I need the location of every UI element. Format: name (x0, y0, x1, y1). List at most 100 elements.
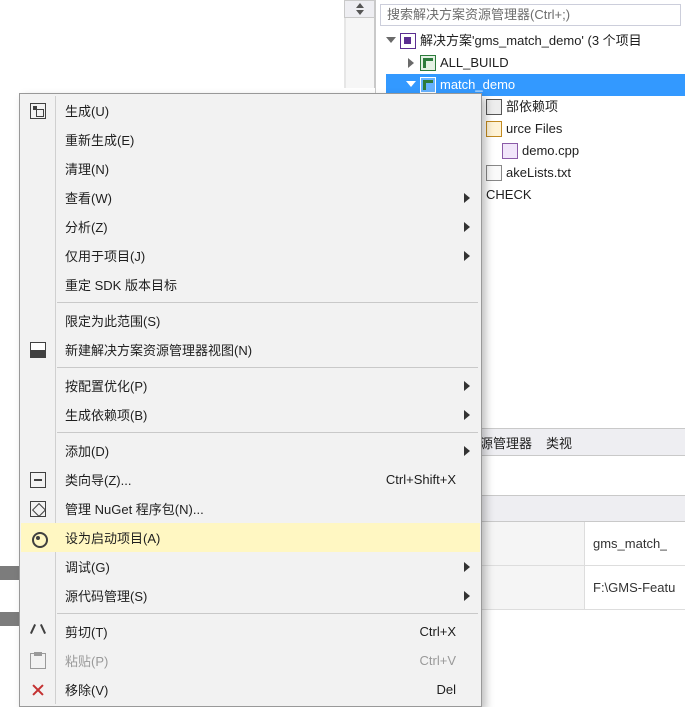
tree-label: ALL_BUILD (440, 52, 509, 74)
menu-item-gutter (21, 96, 55, 125)
menu-item-label: 调试(G) (55, 557, 456, 576)
menu-item-label: 设为启动项目(A) (55, 528, 456, 547)
menu-item-label: 剪切(T) (55, 622, 408, 641)
menu-item-scc[interactable]: 源代码管理(S) (21, 581, 480, 610)
tree-label: 部依赖项 (506, 96, 558, 118)
menu-item-gutter (21, 465, 55, 494)
tree-label: CHECK (486, 184, 532, 206)
menu-item-gutter (21, 494, 55, 523)
menu-item-add[interactable]: 添加(D) (21, 436, 480, 465)
menu-item-class-wizard[interactable]: 类向导(Z)...Ctrl+Shift+X (21, 465, 480, 494)
menu-item-shortcut: Ctrl+X (408, 624, 456, 639)
menu-item-build[interactable]: 生成(U) (21, 96, 480, 125)
menu-item-gutter (21, 552, 55, 581)
menu-item-new-view[interactable]: 新建解决方案资源管理器视图(N) (21, 335, 480, 364)
menu-item-gutter (21, 581, 55, 610)
menu-item-project-only[interactable]: 仅用于项目(J) (21, 241, 480, 270)
menu-item-nuget[interactable]: 管理 NuGet 程序包(N)... (21, 494, 480, 523)
menu-item-rebuild[interactable]: 重新生成(E) (21, 125, 480, 154)
menu-item-debug[interactable]: 调试(G) (21, 552, 480, 581)
editor-margin (344, 18, 375, 88)
menu-item-gutter (21, 125, 55, 154)
property-value-cell[interactable]: gms_match_ (585, 536, 667, 551)
menu-item-shortcut: Ctrl+Shift+X (374, 472, 456, 487)
menu-item-gutter (21, 241, 55, 270)
menu-item-label: 重定 SDK 版本目标 (55, 275, 456, 294)
submenu-arrow-icon (464, 222, 470, 232)
menu-item-gutter (21, 617, 55, 646)
text-file-icon (486, 165, 502, 181)
expander-icon[interactable] (406, 79, 418, 91)
menu-item-retarget[interactable]: 重定 SDK 版本目标 (21, 270, 480, 299)
menu-item-gutter (21, 523, 55, 552)
menu-item-shortcut: Del (424, 682, 456, 697)
menu-item-pgo[interactable]: 按配置优化(P) (21, 371, 480, 400)
menu-item-gutter (21, 646, 55, 675)
menu-item-analyze[interactable]: 分析(Z) (21, 212, 480, 241)
menu-separator (57, 613, 478, 614)
submenu-arrow-icon (464, 251, 470, 261)
menu-item-scope[interactable]: 限定为此范围(S) (21, 306, 480, 335)
menu-item-gutter (21, 212, 55, 241)
menu-separator (57, 367, 478, 368)
menu-item-label: 新建解决方案资源管理器视图(N) (55, 340, 456, 359)
cpp-file-icon (502, 143, 518, 159)
menu-item-gutter (21, 270, 55, 299)
menu-item-gutter (21, 335, 55, 364)
menu-item-label: 重新生成(E) (55, 130, 456, 149)
tree-label: 解决方案'gms_match_demo' (3 个项目 (420, 30, 642, 52)
gear-icon (30, 530, 46, 546)
project-icon (420, 55, 436, 71)
submenu-arrow-icon (464, 381, 470, 391)
tree-solution-root[interactable]: 解决方案'gms_match_demo' (3 个项目 (386, 30, 685, 52)
editor-splitter-handle[interactable] (344, 0, 375, 18)
menu-item-label: 分析(Z) (55, 217, 456, 236)
menu-item-set-startup[interactable]: 设为启动项目(A) (21, 523, 480, 552)
solution-explorer-search-input[interactable]: 搜索解决方案资源管理器(Ctrl+;) (380, 4, 681, 26)
menu-item-gutter (21, 400, 55, 429)
menu-item-label: 添加(D) (55, 441, 456, 460)
menu-item-label: 管理 NuGet 程序包(N)... (55, 499, 456, 518)
menu-item-view[interactable]: 查看(W) (21, 183, 480, 212)
menu-item-gutter (21, 183, 55, 212)
build-icon (30, 103, 46, 119)
submenu-arrow-icon (464, 446, 470, 456)
cut-icon (30, 624, 46, 640)
tree-project-all-build[interactable]: ALL_BUILD (386, 52, 685, 74)
menu-item-label: 限定为此范围(S) (55, 311, 456, 330)
menu-item-clean[interactable]: 清理(N) (21, 154, 480, 183)
cw-icon (30, 472, 46, 488)
nuget-icon (30, 501, 46, 517)
references-icon (486, 99, 502, 115)
menu-separator (57, 302, 478, 303)
paste-icon (30, 653, 46, 669)
menu-item-build-deps[interactable]: 生成依赖项(B) (21, 400, 480, 429)
menu-item-gutter (21, 154, 55, 183)
menu-item-gutter (21, 436, 55, 465)
menu-item-label: 源代码管理(S) (55, 586, 456, 605)
expander-icon[interactable] (406, 57, 418, 69)
menu-item-cut[interactable]: 剪切(T)Ctrl+X (21, 617, 480, 646)
menu-item-paste: 粘贴(P)Ctrl+V (21, 646, 480, 675)
menu-item-gutter (21, 306, 55, 335)
menu-item-remove[interactable]: 移除(V)Del (21, 675, 480, 704)
menu-item-label: 按配置优化(P) (55, 376, 456, 395)
menu-item-label: 生成依赖项(B) (55, 405, 456, 424)
submenu-arrow-icon (464, 193, 470, 203)
menu-item-label: 查看(W) (55, 188, 456, 207)
menu-item-label: 生成(U) (55, 101, 456, 120)
menu-item-shortcut: Ctrl+V (408, 653, 456, 668)
tree-label: akeLists.txt (506, 162, 571, 184)
submenu-arrow-icon (464, 410, 470, 420)
menu-item-label: 类向导(Z)... (55, 470, 374, 489)
expander-icon[interactable] (386, 35, 398, 47)
tree-label: urce Files (506, 118, 562, 140)
menu-item-gutter (21, 675, 55, 704)
property-value-cell[interactable]: F:\GMS-Featu (585, 580, 675, 595)
menu-separator (57, 432, 478, 433)
menu-item-label: 移除(V) (55, 680, 424, 699)
del-icon (30, 682, 46, 698)
tab-class-view[interactable]: 类视 (546, 433, 572, 452)
project-context-menu: 生成(U) 重新生成(E) 清理(N) 查看(W) 分析(Z) 仅用于项目(J) 重定 SD… (19, 93, 482, 707)
menu-item-gutter (21, 371, 55, 400)
